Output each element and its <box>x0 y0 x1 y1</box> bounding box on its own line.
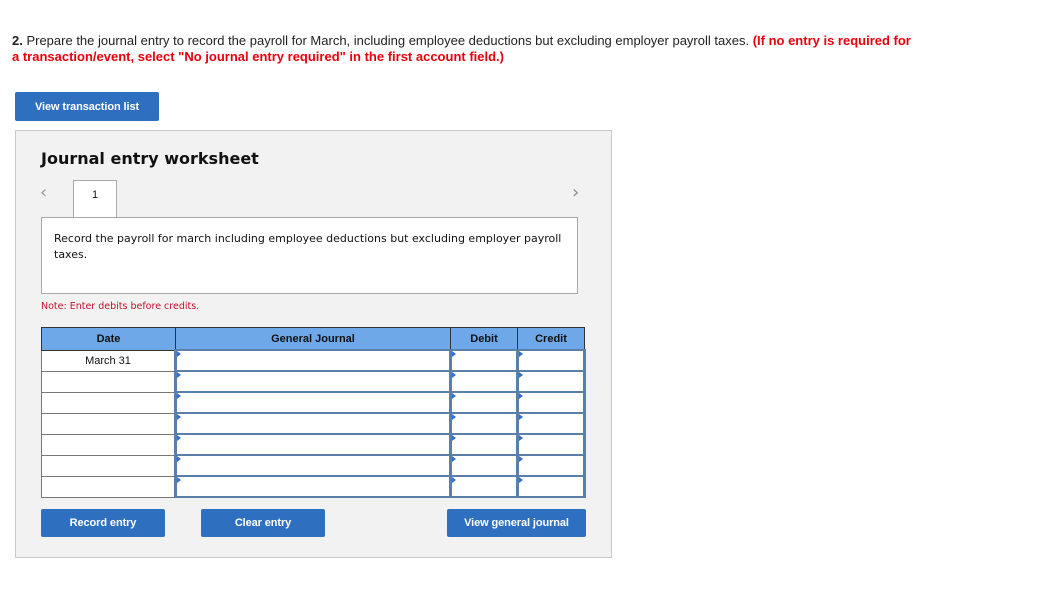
header-debit: Debit <box>450 327 518 351</box>
record-entry-button[interactable]: Record entry <box>41 509 165 537</box>
account-input[interactable] <box>174 349 452 372</box>
table-row <box>41 391 586 414</box>
account-input[interactable] <box>174 475 452 498</box>
table-row <box>41 412 586 435</box>
debit-input[interactable] <box>449 454 519 477</box>
debit-input[interactable] <box>449 412 519 435</box>
tab-entry-1[interactable]: 1 <box>73 180 117 217</box>
table-row <box>41 475 586 498</box>
credit-input[interactable] <box>516 349 586 372</box>
question-body: Prepare the journal entry to record the … <box>22 33 753 48</box>
account-input[interactable] <box>174 412 452 435</box>
transaction-description: Record the payroll for march including e… <box>41 217 578 294</box>
header-general-journal: General Journal <box>175 327 451 351</box>
debit-input[interactable] <box>449 433 519 456</box>
credit-input[interactable] <box>516 433 586 456</box>
date-cell <box>41 412 176 435</box>
date-cell <box>41 454 176 477</box>
journal-table: Date General Journal Debit Credit March … <box>41 327 586 498</box>
debit-input[interactable] <box>449 475 519 498</box>
account-input[interactable] <box>174 391 452 414</box>
credit-input[interactable] <box>516 370 586 393</box>
date-cell <box>41 433 176 456</box>
debit-input[interactable] <box>449 391 519 414</box>
header-date: Date <box>41 327 176 351</box>
view-general-journal-button[interactable]: View general journal <box>447 509 586 537</box>
view-transaction-list-button[interactable]: View transaction list <box>15 92 159 121</box>
credit-input[interactable] <box>516 391 586 414</box>
table-row <box>41 454 586 477</box>
credit-input[interactable] <box>516 454 586 477</box>
credit-input[interactable] <box>516 475 586 498</box>
question-text: 2. Prepare the journal entry to record t… <box>12 33 912 65</box>
debit-credit-note: Note: Enter debits before credits. <box>41 301 200 312</box>
debit-input[interactable] <box>449 349 519 372</box>
table-row <box>41 370 586 393</box>
chevron-left-icon[interactable]: ‹ <box>40 182 47 203</box>
header-credit: Credit <box>517 327 585 351</box>
credit-input[interactable] <box>516 412 586 435</box>
date-cell <box>41 475 176 498</box>
date-cell: March 31 <box>41 349 176 372</box>
table-row <box>41 433 586 456</box>
table-header-row: Date General Journal Debit Credit <box>41 327 585 351</box>
clear-entry-button[interactable]: Clear entry <box>201 509 325 537</box>
debit-input[interactable] <box>449 370 519 393</box>
worksheet-title: Journal entry worksheet <box>41 149 259 168</box>
question-number: 2. <box>12 33 23 48</box>
date-cell <box>41 391 176 414</box>
table-row: March 31 <box>41 349 586 372</box>
date-cell <box>41 370 176 393</box>
account-input[interactable] <box>174 370 452 393</box>
account-input[interactable] <box>174 454 452 477</box>
journal-entry-worksheet: Journal entry worksheet ‹ › 1 Record the… <box>15 130 612 558</box>
account-input[interactable] <box>174 433 452 456</box>
chevron-right-icon[interactable]: › <box>572 182 579 203</box>
